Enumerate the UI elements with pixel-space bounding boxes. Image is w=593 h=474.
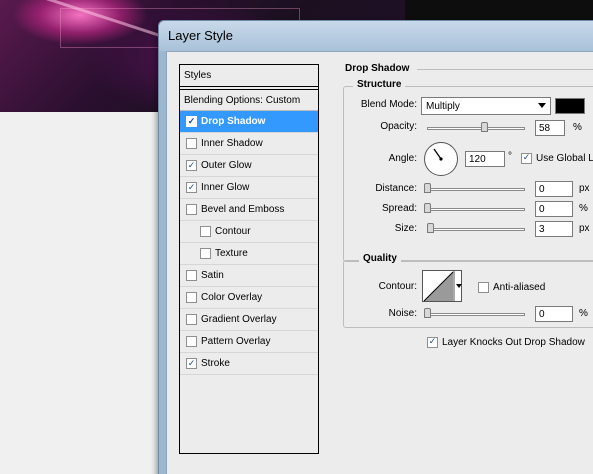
style-item-checkbox[interactable] xyxy=(186,314,197,325)
style-item-checkbox[interactable] xyxy=(186,292,197,303)
check-icon: ✓ xyxy=(187,182,196,192)
style-item[interactable]: Satin xyxy=(180,265,318,287)
use-global-light-checkbox[interactable]: ✓ xyxy=(521,153,532,164)
style-item-label: Drop Shadow xyxy=(201,116,266,127)
style-item-checkbox[interactable]: ✓ xyxy=(186,116,197,127)
style-item[interactable]: Bevel and Emboss xyxy=(180,199,318,221)
style-item-checkbox[interactable]: ✓ xyxy=(186,358,197,369)
check-icon: ✓ xyxy=(428,337,437,347)
noise-input[interactable]: 0 xyxy=(535,306,573,322)
style-item[interactable]: Inner Shadow xyxy=(180,133,318,155)
styles-header[interactable]: Styles xyxy=(180,65,318,87)
style-item-label: Gradient Overlay xyxy=(201,314,277,325)
dialog-client-area: Styles Blending Options: Custom ✓ Drop Sh… xyxy=(166,51,593,474)
noise-slider-track[interactable] xyxy=(427,313,525,316)
angle-unit: ° xyxy=(508,151,512,162)
angle-needle-icon xyxy=(433,148,443,161)
style-item-checkbox[interactable]: ✓ xyxy=(186,182,197,193)
title-bar[interactable]: Layer Style xyxy=(159,21,593,51)
section-divider xyxy=(417,69,593,70)
style-item-checkbox[interactable]: ✓ xyxy=(186,160,197,171)
size-slider-track[interactable] xyxy=(427,228,525,231)
check-icon: ✓ xyxy=(187,358,196,368)
style-item-label: Color Overlay xyxy=(201,292,263,303)
angle-label: Angle: xyxy=(388,153,417,164)
style-item-checkbox[interactable] xyxy=(186,336,197,347)
style-item-label: Inner Shadow xyxy=(201,138,263,149)
section-title: Drop Shadow xyxy=(343,63,412,74)
style-item-label: Inner Glow xyxy=(201,182,250,193)
style-item-label: Satin xyxy=(201,270,224,281)
style-item[interactable]: Gradient Overlay xyxy=(180,309,318,331)
contour-curve-icon xyxy=(423,271,462,302)
shadow-color-swatch[interactable] xyxy=(555,98,585,114)
opacity-slider-thumb[interactable] xyxy=(480,122,488,132)
blend-mode-select[interactable]: Multiply xyxy=(421,97,551,115)
opacity-label: Opacity: xyxy=(380,121,417,132)
style-item-label: Outer Glow xyxy=(201,160,252,171)
structure-title: Structure xyxy=(353,79,406,90)
anti-aliased-label: Anti-aliased xyxy=(493,282,546,293)
distance-label: Distance: xyxy=(375,183,417,194)
quality-title: Quality xyxy=(359,253,401,264)
style-item[interactable]: Texture xyxy=(180,243,318,265)
size-slider-thumb[interactable] xyxy=(427,223,434,233)
size-unit: px xyxy=(579,223,590,234)
check-icon: ✓ xyxy=(187,160,196,170)
distance-slider-thumb[interactable] xyxy=(424,183,431,193)
style-item[interactable]: ✓ Stroke xyxy=(180,353,318,375)
distance-input[interactable]: 0 xyxy=(535,181,573,197)
spread-slider-thumb[interactable] xyxy=(424,203,431,213)
style-item-checkbox[interactable] xyxy=(200,248,211,259)
anti-aliased-checkbox[interactable] xyxy=(478,282,489,293)
chevron-down-icon xyxy=(538,103,546,108)
spread-unit: % xyxy=(579,203,588,214)
contour-picker[interactable] xyxy=(422,270,462,302)
style-item[interactable]: ✓ Outer Glow xyxy=(180,155,318,177)
style-item-label: Texture xyxy=(215,248,248,259)
style-item-label: Stroke xyxy=(201,358,230,369)
spread-slider-track[interactable] xyxy=(427,208,525,211)
blend-mode-value: Multiply xyxy=(426,101,460,112)
layer-style-dialog: Layer Style Styles Blending Options: Cus… xyxy=(158,20,593,474)
knockout-checkbox[interactable]: ✓ xyxy=(427,337,438,348)
style-item[interactable]: ✓ Inner Glow xyxy=(180,177,318,199)
size-input[interactable]: 3 xyxy=(535,221,573,237)
size-label: Size: xyxy=(394,223,417,234)
spread-input[interactable]: 0 xyxy=(535,201,573,217)
style-item[interactable]: Pattern Overlay xyxy=(180,331,318,353)
style-item-checkbox[interactable] xyxy=(186,204,197,215)
knockout-label: Layer Knocks Out Drop Shadow xyxy=(442,337,585,348)
opacity-input[interactable]: 58 xyxy=(535,120,565,136)
style-item-checkbox[interactable] xyxy=(200,226,211,237)
angle-input[interactable]: 120 xyxy=(465,151,505,167)
style-item[interactable]: ✓ Drop Shadow xyxy=(180,111,318,133)
use-global-light-label: Use Global Light xyxy=(536,153,593,164)
noise-label: Noise: xyxy=(388,308,417,319)
style-item-label: Pattern Overlay xyxy=(201,336,271,347)
style-item-label: Contour xyxy=(215,226,251,237)
check-icon: ✓ xyxy=(522,153,531,163)
angle-dial[interactable] xyxy=(424,142,458,176)
styles-list: Styles Blending Options: Custom ✓ Drop Sh… xyxy=(179,64,319,454)
style-item[interactable]: Contour xyxy=(180,221,318,243)
dialog-title: Layer Style xyxy=(168,28,234,43)
spread-label: Spread: xyxy=(381,203,417,214)
style-item-checkbox[interactable] xyxy=(186,138,197,149)
style-item-checkbox[interactable] xyxy=(186,270,197,281)
style-item[interactable]: Color Overlay xyxy=(180,287,318,309)
blend-mode-label: Blend Mode: xyxy=(360,99,417,110)
opacity-unit: % xyxy=(573,122,582,133)
contour-label: Contour: xyxy=(378,281,417,292)
style-item-label: Bevel and Emboss xyxy=(201,204,285,215)
check-icon: ✓ xyxy=(187,116,196,126)
noise-slider-thumb[interactable] xyxy=(424,308,431,318)
distance-slider-track[interactable] xyxy=(427,188,525,191)
blending-options-item[interactable]: Blending Options: Custom xyxy=(180,89,318,111)
opacity-slider-track[interactable] xyxy=(427,127,525,130)
noise-unit: % xyxy=(579,308,588,319)
distance-unit: px xyxy=(579,183,590,194)
